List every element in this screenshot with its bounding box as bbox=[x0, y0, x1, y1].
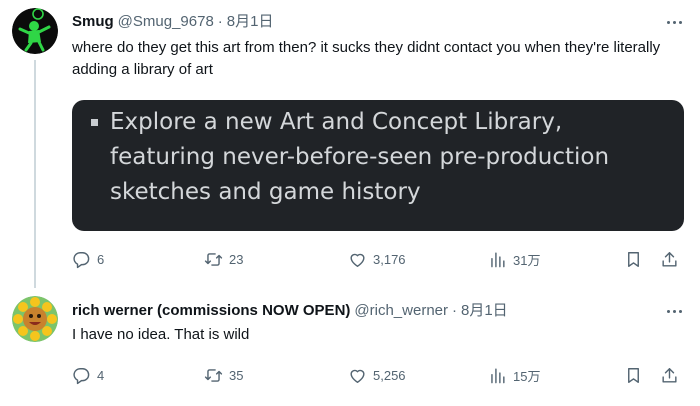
author-name[interactable]: Smug bbox=[72, 12, 114, 32]
views-count: 15万 bbox=[513, 368, 541, 384]
action-bar: 4 35 5,256 15万 bbox=[72, 364, 684, 386]
avatar[interactable] bbox=[12, 8, 58, 54]
retweet-count: 23 bbox=[229, 251, 244, 267]
reply-button[interactable]: 6 bbox=[72, 248, 104, 270]
share-button[interactable] bbox=[660, 364, 679, 386]
more-icon[interactable] bbox=[664, 12, 684, 32]
views-icon bbox=[491, 251, 505, 267]
reply-icon bbox=[73, 367, 90, 384]
tweet-text: where do they get this art from then? it… bbox=[72, 39, 661, 78]
bullet-icon bbox=[91, 119, 98, 126]
reply-count: 6 bbox=[97, 251, 105, 267]
like-button[interactable]: 3,176 bbox=[348, 248, 406, 270]
bookmark-icon bbox=[628, 367, 639, 383]
retweet-button[interactable]: 23 bbox=[204, 248, 243, 270]
share-button[interactable] bbox=[660, 248, 679, 270]
views-icon bbox=[491, 367, 505, 383]
reply-icon bbox=[73, 251, 90, 268]
tweet-date[interactable]: 8月1日 bbox=[461, 301, 508, 321]
retweet-count: 35 bbox=[229, 367, 244, 383]
share-icon bbox=[662, 251, 677, 267]
like-count: 5,256 bbox=[373, 367, 406, 383]
like-button[interactable]: 5,256 bbox=[348, 364, 406, 386]
like-count: 3,176 bbox=[373, 251, 406, 267]
separator-dot: · bbox=[452, 302, 457, 319]
retweet-icon bbox=[204, 252, 223, 266]
tweet[interactable]: Smug @Smug_9678 · 8月1日 where do they get… bbox=[0, 0, 700, 288]
views-button[interactable]: 31万 bbox=[488, 248, 540, 270]
separator-dot: · bbox=[217, 13, 223, 30]
share-icon bbox=[662, 367, 677, 383]
bookmark-button[interactable] bbox=[624, 248, 643, 270]
bookmark-icon bbox=[628, 251, 639, 267]
author-handle[interactable]: @Smug_9678 bbox=[118, 12, 214, 32]
more-icon[interactable] bbox=[664, 301, 684, 321]
views-button[interactable]: 15万 bbox=[488, 364, 540, 386]
media-image[interactable]: Explore a new Art and Concept Library, f… bbox=[72, 100, 684, 231]
reply-button[interactable]: 4 bbox=[72, 364, 104, 386]
media-text: Explore a new Art and Concept Library, f… bbox=[110, 109, 610, 205]
action-bar: 6 23 3,176 31万 bbox=[72, 248, 684, 270]
tweet-date[interactable]: 8月1日 bbox=[227, 12, 274, 32]
avatar[interactable] bbox=[12, 296, 58, 342]
bookmark-button[interactable] bbox=[624, 364, 643, 386]
retweet-button[interactable]: 35 bbox=[204, 364, 243, 386]
tweet[interactable]: rich werner (commissions NOW OPEN) @rich… bbox=[0, 284, 700, 406]
retweet-icon bbox=[204, 368, 223, 382]
author-handle[interactable]: @rich_werner bbox=[354, 301, 448, 321]
like-icon bbox=[350, 369, 365, 383]
like-icon bbox=[350, 253, 365, 267]
views-count: 31万 bbox=[513, 252, 541, 268]
author-name[interactable]: rich werner (commissions NOW OPEN) bbox=[72, 301, 350, 321]
reply-count: 4 bbox=[97, 367, 105, 383]
thread-line bbox=[34, 60, 36, 288]
tweet-text: I have no idea. That is wild bbox=[72, 326, 250, 343]
